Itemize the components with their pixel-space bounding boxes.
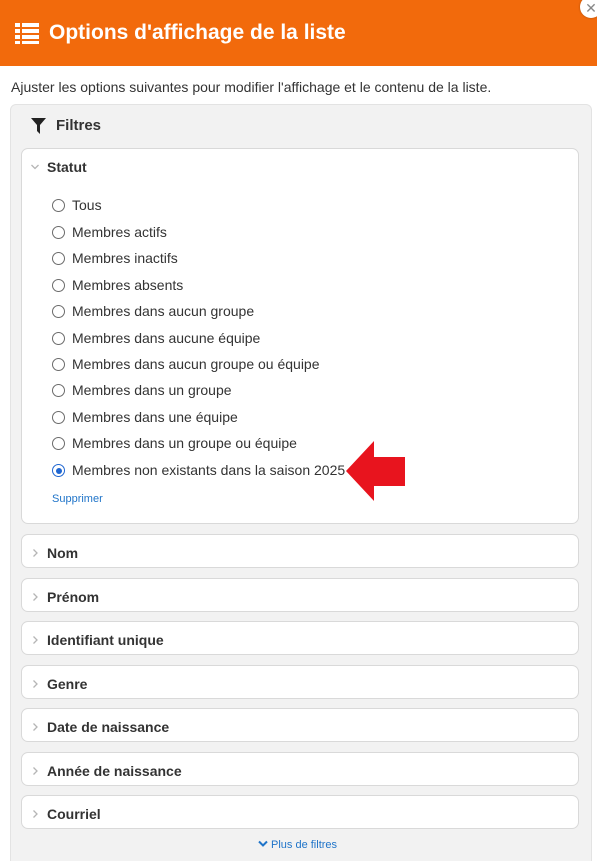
funnel-icon	[31, 118, 46, 134]
annotation-arrow-icon	[346, 441, 405, 501]
filter-section-title[interactable]: Prénom	[47, 587, 99, 607]
filter-section-title[interactable]: Nom	[47, 543, 78, 563]
filter-section-title[interactable]: Année de naissance	[47, 761, 182, 781]
radio-button[interactable]	[52, 199, 65, 212]
display-options-dialog: Options d'affichage de la liste ✕ Ajuste…	[0, 0, 597, 861]
more-filters-link[interactable]: Plus de filtres	[258, 839, 337, 851]
chevron-right-icon	[33, 810, 38, 818]
radio-label[interactable]: Tous	[72, 195, 102, 215]
filter-section-annee-naissance[interactable]: Année de naissance	[21, 752, 579, 786]
chevron-right-icon	[33, 723, 38, 731]
radio-button[interactable]	[52, 358, 65, 371]
chevron-down-icon[interactable]	[30, 162, 40, 172]
radio-label[interactable]: Membres dans aucun groupe	[72, 301, 254, 321]
dialog-title: Options d'affichage de la liste	[49, 21, 346, 44]
remove-filter-link[interactable]: Supprimer	[52, 493, 103, 505]
radio-label[interactable]: Membres inactifs	[72, 248, 178, 268]
filter-section-genre[interactable]: Genre	[21, 665, 579, 699]
filter-section-nom[interactable]: Nom	[21, 534, 579, 568]
chevron-down-icon	[258, 840, 268, 847]
radio-label[interactable]: Membres actifs	[72, 222, 167, 242]
chevron-right-icon	[33, 680, 38, 688]
filter-section-title[interactable]: Genre	[47, 674, 87, 694]
list-icon	[15, 23, 39, 44]
chevron-right-icon	[33, 636, 38, 644]
dialog-description: Ajuster les options suivantes pour modif…	[11, 79, 492, 95]
radio-label[interactable]: Membres dans un groupe	[72, 380, 232, 400]
chevron-right-icon	[33, 767, 38, 775]
radio-button[interactable]	[52, 437, 65, 450]
radio-button-checked[interactable]	[52, 464, 65, 477]
radio-label[interactable]: Membres dans aucun groupe ou équipe	[72, 354, 320, 374]
filters-heading-label: Filtres	[56, 117, 102, 134]
radio-button[interactable]	[52, 252, 65, 265]
radio-button[interactable]	[52, 411, 65, 424]
more-filters-label[interactable]: Plus de filtres	[271, 839, 337, 851]
radio-button[interactable]	[52, 226, 65, 239]
radio-button[interactable]	[52, 305, 65, 318]
filter-section-prenom[interactable]: Prénom	[21, 578, 579, 612]
radio-label[interactable]: Membres dans une équipe	[72, 407, 238, 427]
filter-section-title[interactable]: Statut	[47, 157, 87, 177]
chevron-right-icon	[33, 549, 38, 557]
radio-button[interactable]	[52, 384, 65, 397]
filter-section-date-naissance[interactable]: Date de naissance	[21, 708, 579, 742]
filter-section-statut: Statut Tous Membres actifs Membres inact…	[21, 148, 579, 524]
filter-section-title[interactable]: Date de naissance	[47, 717, 169, 737]
filter-section-title[interactable]: Courriel	[47, 804, 101, 824]
filter-section-courriel[interactable]: Courriel	[21, 795, 579, 829]
filter-section-identifiant[interactable]: Identifiant unique	[21, 621, 579, 655]
filter-section-title[interactable]: Identifiant unique	[47, 630, 164, 650]
radio-label[interactable]: Membres non existants dans la saison 202…	[72, 460, 345, 480]
radio-label[interactable]: Membres dans un groupe ou équipe	[72, 433, 297, 453]
radio-label[interactable]: Membres dans aucune équipe	[72, 328, 260, 348]
radio-button[interactable]	[52, 279, 65, 292]
dialog-header: Options d'affichage de la liste	[0, 0, 597, 66]
radio-label[interactable]: Membres absents	[72, 275, 183, 295]
chevron-right-icon	[33, 593, 38, 601]
radio-button[interactable]	[52, 332, 65, 345]
